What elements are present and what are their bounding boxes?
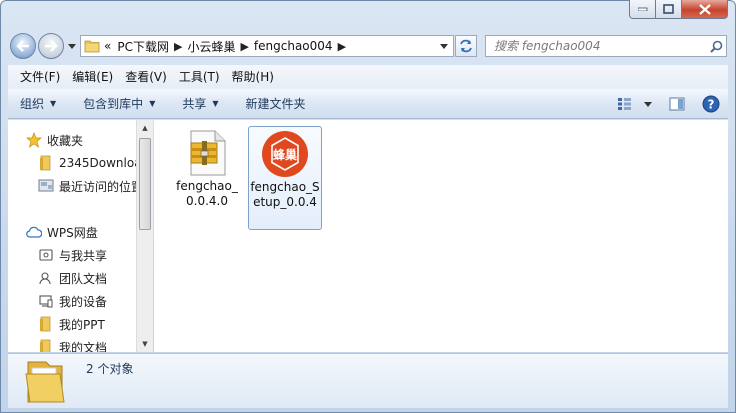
scroll-up-icon[interactable]: ▲ xyxy=(137,120,153,136)
nav-team-docs[interactable]: 团队文档 xyxy=(38,268,107,288)
menu-view[interactable]: 查看(V) xyxy=(119,68,173,85)
search-input[interactable] xyxy=(494,37,706,55)
view-grid-icon xyxy=(618,98,631,110)
back-arrow-icon xyxy=(16,40,29,52)
nav-wps-cloud-label: WPS网盘 xyxy=(47,225,98,240)
view-controls: ? xyxy=(614,93,722,115)
close-icon xyxy=(698,3,711,15)
file-name: fengchao_Setup_0.0.4 xyxy=(250,180,320,209)
nav-shared-with-me-label: 与我共享 xyxy=(59,248,108,263)
file-name: fengchao_0.0.4.0 xyxy=(176,179,238,208)
close-button[interactable] xyxy=(682,0,728,19)
nav-my-devices[interactable]: 我的设备 xyxy=(38,291,107,311)
navigation-scrollbar[interactable]: ▲ ▼ xyxy=(136,120,153,352)
maximize-icon xyxy=(663,4,674,14)
item-count: 2 个对象 xyxy=(86,362,134,376)
refresh-button[interactable] xyxy=(455,35,477,57)
address-history-dropdown[interactable] xyxy=(435,36,453,56)
menu-file[interactable]: 文件(F) xyxy=(14,68,66,85)
preview-pane-button[interactable] xyxy=(666,93,688,115)
folder-icon xyxy=(84,40,100,53)
folder-icon xyxy=(38,316,54,332)
nav-recent-places-label: 最近访问的位置 xyxy=(59,179,144,194)
breadcrumb-separator-icon[interactable]: ▶ xyxy=(235,40,253,53)
new-folder-button[interactable]: 新建文件夹 xyxy=(246,95,306,112)
chevron-down-icon xyxy=(68,43,76,49)
shared-icon xyxy=(38,247,54,263)
nav-my-ppt[interactable]: 我的PPT xyxy=(38,314,105,334)
device-icon xyxy=(38,293,54,309)
app-icon: 蜂巢 xyxy=(261,130,309,178)
menu-bar: 文件(F) 编辑(E) 查看(V) 工具(T) 帮助(H) xyxy=(8,65,728,88)
back-button[interactable] xyxy=(10,33,36,59)
chevron-down-icon: ▼ xyxy=(212,99,219,108)
nav-favorites-label: 收藏夹 xyxy=(47,133,84,148)
breadcrumb-separator-icon[interactable]: ▶ xyxy=(333,40,351,53)
cloud-icon xyxy=(26,224,42,240)
scroll-down-icon[interactable]: ▼ xyxy=(137,336,153,352)
include-in-library-label: 包含到库中 xyxy=(83,97,144,111)
maximize-button[interactable] xyxy=(656,0,682,19)
menu-tools[interactable]: 工具(T) xyxy=(173,68,226,85)
search-box xyxy=(485,35,727,57)
archive-icon xyxy=(183,129,231,177)
new-folder-label: 新建文件夹 xyxy=(245,97,306,111)
file-item[interactable]: fengchao_0.0.4.0 xyxy=(170,126,244,230)
share-button[interactable]: 共享 ▼ xyxy=(182,95,218,112)
details-pane: 2 个对象 xyxy=(8,353,728,408)
nav-my-ppt-label: 我的PPT xyxy=(59,317,105,332)
breadcrumb-fengchao004[interactable]: fengchao004 xyxy=(254,39,333,53)
nav-my-devices-label: 我的设备 xyxy=(59,294,108,309)
file-item-selected[interactable]: 蜂巢 fengchao_Setup_0.0.4 xyxy=(248,126,322,230)
nav-my-docs-label: 我的文档 xyxy=(59,340,108,353)
svg-text:?: ? xyxy=(708,98,715,112)
change-view-button[interactable] xyxy=(614,93,636,115)
address-bar[interactable]: « PC下载网 ▶ 小云蜂巢 ▶ fengchao004 ▶ xyxy=(80,35,454,57)
organize-button[interactable]: 组织 ▼ xyxy=(20,95,56,112)
breadcrumb-pc-download[interactable]: PC下载网 xyxy=(117,38,169,55)
menu-help[interactable]: 帮助(H) xyxy=(226,68,280,85)
preview-pane-icon xyxy=(669,97,685,111)
menu-edit[interactable]: 编辑(E) xyxy=(66,68,119,85)
organize-label: 组织 xyxy=(20,97,45,111)
navigation-pane: 收藏夹 2345Downloads 最近访问的位置 WPS网盘 与我共享 团队文… xyxy=(8,120,153,352)
nav-shared-with-me[interactable]: 与我共享 xyxy=(38,245,107,265)
nav-my-docs[interactable]: 我的文档 xyxy=(38,337,107,352)
chevron-down-icon: ▼ xyxy=(50,99,57,108)
nav-recent-places[interactable]: 最近访问的位置 xyxy=(38,176,143,196)
refresh-icon xyxy=(460,39,472,53)
command-bar: 组织 ▼ 包含到库中 ▼ 共享 ▼ 新建文件夹 ? xyxy=(8,88,728,119)
breadcrumb-xiaoyun-fengchao[interactable]: 小云蜂巢 xyxy=(187,38,235,55)
nav-team-docs-label: 团队文档 xyxy=(59,271,108,286)
view-options-dropdown[interactable] xyxy=(642,93,654,115)
help-button[interactable]: ? xyxy=(700,93,722,115)
folder-icon xyxy=(38,155,54,171)
minimize-icon xyxy=(637,7,647,11)
app-badge: 蜂巢 xyxy=(272,147,297,162)
file-list: fengchao_0.0.4.0 蜂巢 fengchao_Setup_0.0.4 xyxy=(154,120,728,352)
team-icon xyxy=(38,270,54,286)
breadcrumb-overflow[interactable]: « xyxy=(104,39,111,53)
star-icon xyxy=(26,132,42,148)
chevron-down-icon xyxy=(644,101,652,107)
recent-places-icon xyxy=(38,178,54,194)
folder-icon xyxy=(25,361,65,403)
nav-wps-cloud[interactable]: WPS网盘 xyxy=(26,222,98,242)
folder-icon xyxy=(38,339,54,352)
recent-pages-dropdown[interactable] xyxy=(66,40,78,52)
help-icon: ? xyxy=(702,95,720,113)
caption-buttons xyxy=(629,0,728,19)
include-in-library-button[interactable]: 包含到库中 ▼ xyxy=(83,95,155,112)
minimize-button[interactable] xyxy=(629,0,656,19)
scrollbar-thumb[interactable] xyxy=(139,138,151,230)
nav-favorites[interactable]: 收藏夹 xyxy=(26,130,83,150)
forward-button[interactable] xyxy=(38,33,64,59)
chevron-down-icon: ▼ xyxy=(149,99,156,108)
forward-arrow-icon xyxy=(45,40,58,52)
breadcrumb-separator-icon[interactable]: ▶ xyxy=(169,40,187,53)
chevron-down-icon xyxy=(440,43,448,49)
share-label: 共享 xyxy=(182,97,207,111)
search-icon[interactable] xyxy=(706,36,726,56)
